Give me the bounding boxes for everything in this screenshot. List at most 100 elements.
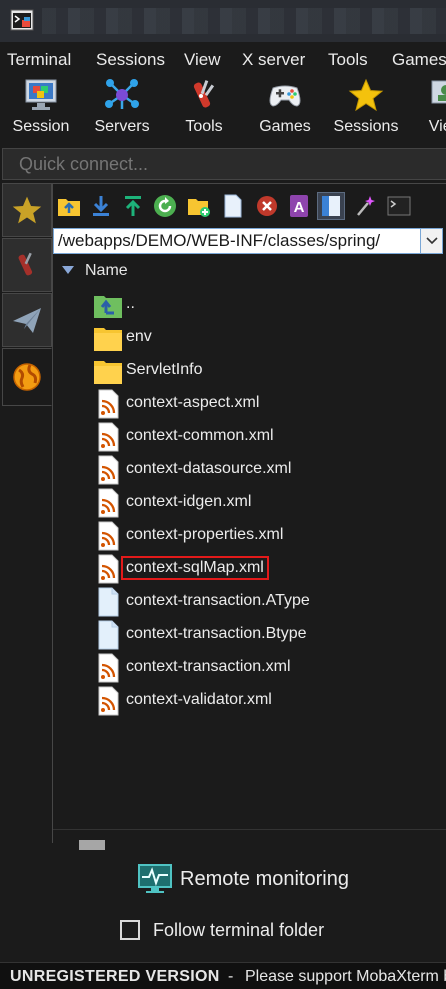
rename-button[interactable]: A — [285, 192, 313, 220]
split-view-button[interactable] — [317, 192, 345, 220]
file-icon — [93, 587, 123, 617]
menu-view[interactable]: View — [184, 50, 221, 70]
delete-button[interactable] — [253, 192, 281, 220]
tools-label: Tools — [185, 118, 223, 135]
status-bar: UNREGISTERED VERSION - Please support Mo… — [0, 962, 446, 989]
follow-terminal-folder-label: Follow terminal folder — [153, 920, 325, 940]
path-dropdown-button[interactable] — [420, 229, 442, 253]
status-separator: - — [228, 968, 234, 985]
new-file-icon — [224, 194, 242, 218]
rename-icon: A — [290, 195, 308, 217]
view-button[interactable]: View — [406, 76, 446, 142]
parent-folder-icon — [93, 290, 123, 320]
xml-file-icon — [93, 389, 123, 419]
file-row[interactable]: context-transaction.xml — [93, 651, 413, 684]
new-file-button[interactable] — [219, 192, 247, 220]
xml-file-icon — [93, 686, 123, 716]
magic-wand-button[interactable] — [351, 192, 379, 220]
file-row[interactable]: context-common.xml — [93, 420, 413, 453]
file-row[interactable]: ServletInfo — [93, 354, 413, 387]
name-column-header[interactable]: Name — [53, 258, 446, 284]
paper-plane-icon — [13, 308, 41, 333]
file-name: context-aspect.xml — [126, 394, 260, 411]
title-text-blurred — [42, 8, 446, 34]
monitor-icon — [138, 864, 172, 893]
terminal-button[interactable] — [385, 192, 413, 220]
terminal-icon — [387, 196, 411, 216]
file-row[interactable]: context-transaction.Btype — [93, 618, 413, 651]
mobaxterm-logo-icon — [10, 9, 34, 31]
session-label: Session — [12, 118, 70, 135]
sftp-browser-panel: A /webapps/DEMO/WEB-INF/classes/spring/ … — [52, 183, 446, 850]
follow-terminal-folder-option[interactable]: Follow terminal folder — [120, 917, 420, 945]
macros-tab[interactable] — [2, 293, 52, 347]
xml-file-icon — [93, 653, 123, 683]
file-row[interactable]: context-datasource.xml — [93, 453, 413, 486]
horizontal-scrollbar[interactable] — [53, 829, 446, 850]
games-button[interactable]: Games — [245, 76, 325, 142]
file-row[interactable]: context-properties.xml — [93, 519, 413, 552]
sidebar-tabs — [0, 183, 52, 843]
file-name: context-properties.xml — [126, 526, 284, 543]
xml-file-icon — [93, 422, 123, 452]
globe-icon — [13, 363, 41, 391]
download-button[interactable] — [87, 192, 115, 220]
file-row[interactable]: .. — [93, 288, 413, 321]
menu-tools[interactable]: Tools — [328, 50, 368, 70]
path-combobox[interactable]: /webapps/DEMO/WEB-INF/classes/spring/ — [53, 228, 443, 254]
scrollbar-thumb[interactable] — [79, 840, 105, 850]
tools-tab[interactable] — [2, 238, 52, 292]
file-row[interactable]: context-transaction.AType — [93, 585, 413, 618]
upload-button[interactable] — [119, 192, 147, 220]
highlighted-file-name: context-sqlMap.xml — [121, 556, 269, 580]
new-folder-button[interactable] — [185, 192, 213, 220]
file-name: context-transaction.AType — [126, 592, 310, 609]
sftp-toolbar: A — [53, 186, 446, 226]
follow-terminal-folder-checkbox[interactable] — [120, 920, 140, 940]
view-icon — [431, 80, 446, 104]
menu-games[interactable]: Games — [392, 50, 446, 70]
file-icon — [93, 620, 123, 650]
file-row[interactable]: context-idgen.xml — [93, 486, 413, 519]
star-icon — [12, 196, 42, 224]
sessions-star-tab[interactable] — [2, 183, 52, 237]
sftp-tab[interactable] — [2, 348, 52, 406]
sessions-button[interactable]: Sessions — [326, 76, 406, 142]
xml-file-icon — [93, 554, 123, 584]
file-row[interactable]: env — [93, 321, 413, 354]
servers-icon — [105, 79, 139, 109]
games-label: Games — [259, 118, 311, 135]
xml-file-icon — [93, 521, 123, 551]
menu-terminal[interactable]: Terminal — [7, 50, 71, 70]
tools-icon — [193, 80, 215, 108]
menu-x-server[interactable]: X server — [242, 50, 305, 70]
unregistered-version-text: UNREGISTERED VERSION — [10, 968, 220, 985]
folder-up-icon — [58, 199, 80, 216]
file-name: context-datasource.xml — [126, 460, 292, 477]
file-name: context-transaction.Btype — [126, 625, 307, 642]
split-view-icon — [322, 196, 340, 216]
magic-wand-icon — [357, 196, 375, 216]
file-row[interactable]: context-sqlMap.xml — [93, 552, 413, 585]
refresh-button[interactable] — [151, 192, 179, 220]
svg-text:A: A — [294, 199, 305, 216]
folder-icon — [93, 323, 123, 353]
tools-icon — [18, 252, 33, 276]
tools-button[interactable]: Tools — [164, 76, 244, 142]
menu-bar: Terminal Sessions View X server Tools Ga… — [0, 42, 446, 76]
servers-button[interactable]: Servers — [82, 76, 162, 142]
session-icon — [25, 79, 57, 110]
session-button[interactable]: Session — [1, 76, 81, 142]
parent-folder-button[interactable] — [55, 192, 83, 220]
file-row[interactable]: context-aspect.xml — [93, 387, 413, 420]
file-name: context-idgen.xml — [126, 493, 252, 510]
file-row[interactable]: context-validator.xml — [93, 684, 413, 717]
remote-monitoring-button[interactable]: Remote monitoring — [138, 862, 388, 898]
delete-icon — [257, 196, 277, 216]
menu-sessions[interactable]: Sessions — [96, 50, 165, 70]
file-name: env — [126, 328, 152, 345]
main-toolbar: Session Servers Tools Games Sessions Vi — [0, 76, 446, 144]
support-message-text: Please support MobaXterm b — [245, 968, 446, 985]
new-folder-icon — [188, 199, 210, 217]
quick-connect-input[interactable] — [3, 149, 446, 179]
